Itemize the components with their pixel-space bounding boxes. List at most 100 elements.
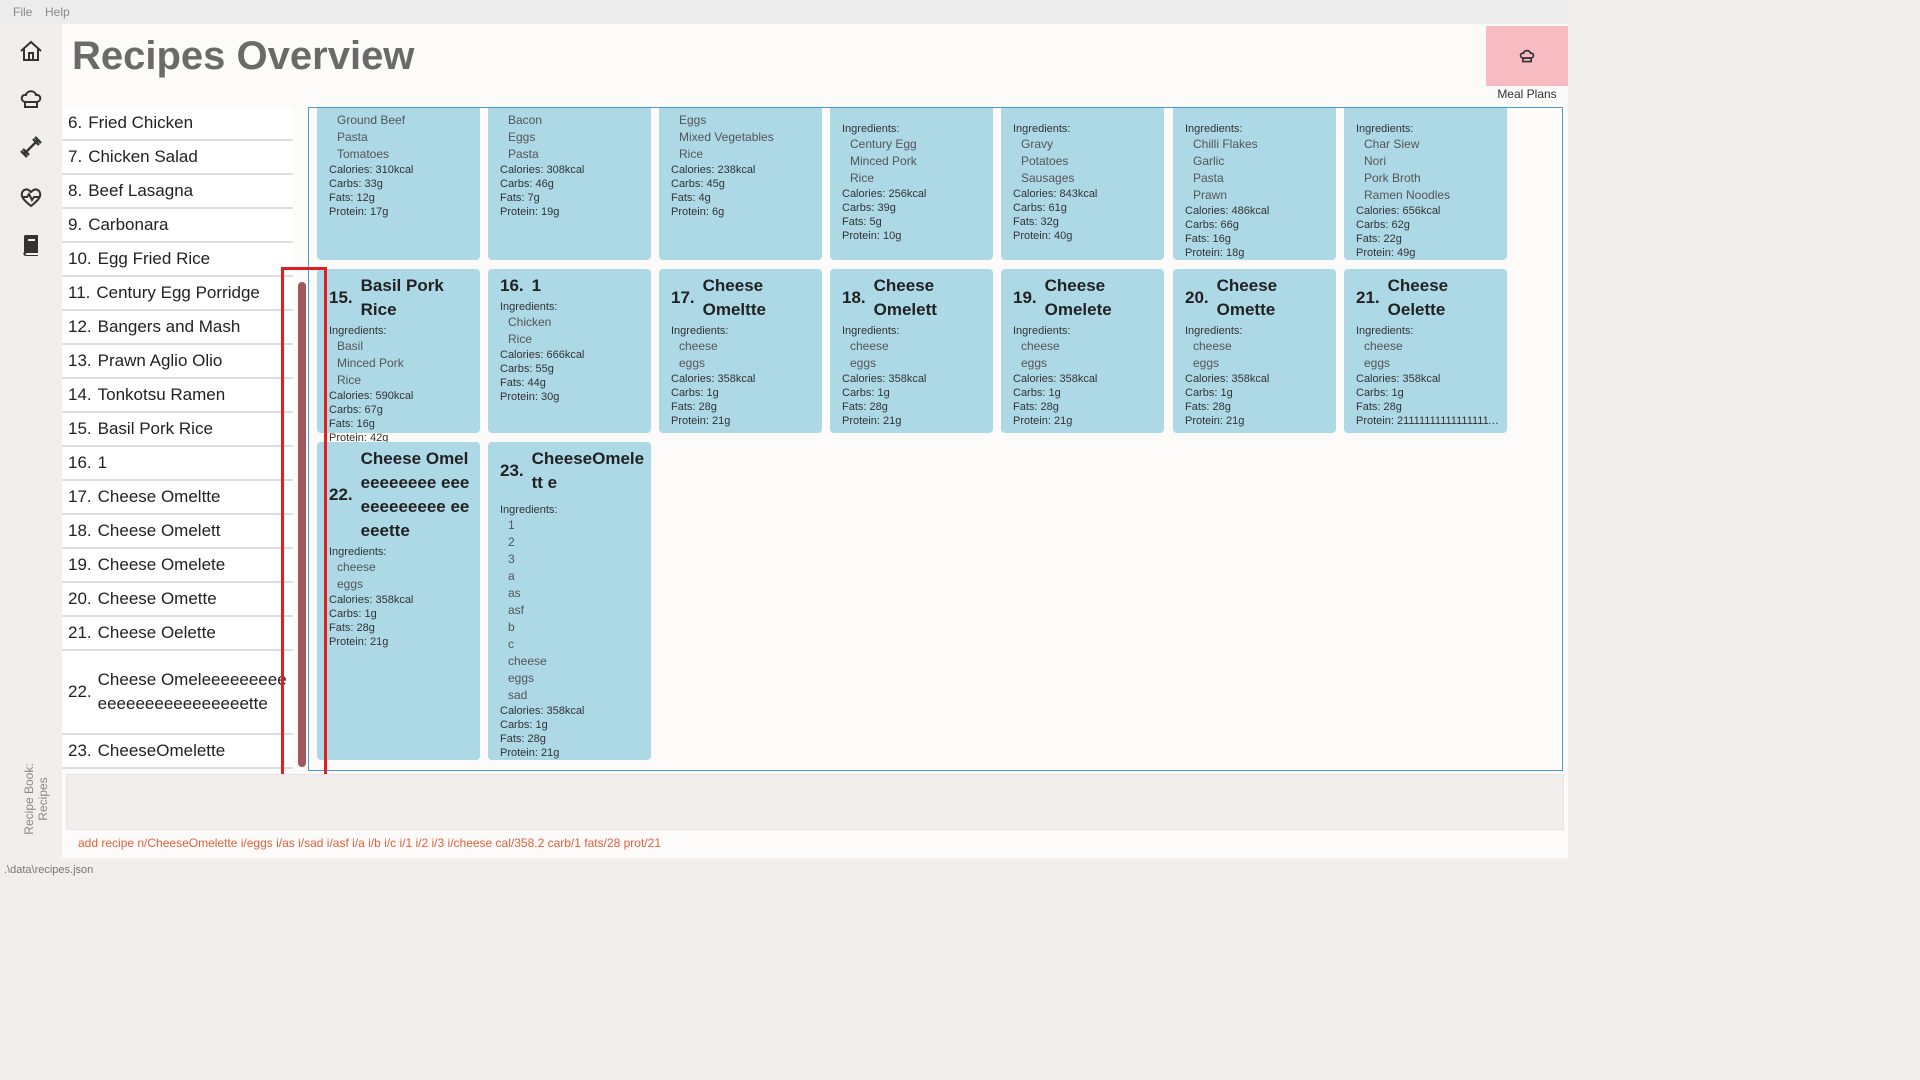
ingredient: Basil bbox=[337, 339, 364, 353]
list-item[interactable]: 18. Cheese Omelett bbox=[62, 515, 293, 549]
carbs: Carbs: 1g bbox=[842, 387, 890, 399]
recipe-card[interactable]: Ingredients: Chilli Flakes Garlic Pasta … bbox=[1173, 108, 1336, 260]
list-item[interactable]: 6. Fried Chicken bbox=[62, 107, 293, 141]
ingredient: asf bbox=[508, 603, 525, 617]
calories: Calories: 358kcal bbox=[329, 594, 414, 606]
recipe-card[interactable]: 16. 1 Ingredients: Chicken Rice Calories:… bbox=[488, 269, 651, 433]
list-item[interactable]: 17. Cheese Omeltte bbox=[62, 481, 293, 515]
recipe-card[interactable]: 18. Cheese Omelett Ingredients: cheese eg… bbox=[830, 269, 993, 433]
recipe-card[interactable]: 15. Basil Pork Rice Ingredients: Basil Mi… bbox=[317, 269, 480, 444]
list-item-name: Tonkotsu Ramen bbox=[97, 385, 226, 404]
card-title: CheeseOmelett e bbox=[531, 449, 645, 492]
ingredient: cheese bbox=[337, 560, 376, 574]
recipe-card[interactable]: 19. Cheese Omelete Ingredients: cheese eg… bbox=[1001, 269, 1164, 433]
list-item-name: Cheese Omeltte bbox=[97, 487, 221, 506]
list-item[interactable]: 19. Cheese Omelete bbox=[62, 549, 293, 583]
carbs: Carbs: 39g bbox=[842, 202, 896, 214]
home-icon[interactable] bbox=[18, 38, 44, 64]
list-item-name: Egg Fried Rice bbox=[97, 249, 211, 268]
list-item-name: Century Egg Porridge bbox=[96, 283, 260, 302]
card-title: Cheese Omette bbox=[1216, 276, 1278, 319]
ingredients-label: Ingredients: bbox=[1013, 123, 1071, 135]
menu-file[interactable]: File bbox=[13, 5, 32, 19]
recipe-card[interactable]: Ingredients: Char Siew Nori Pork Broth R… bbox=[1344, 108, 1507, 260]
card-number: 18. bbox=[842, 288, 866, 307]
card-number: 16. bbox=[500, 276, 524, 295]
list-item[interactable]: 22. Cheese Omeleeeeeeeeeeeeeeeeeeeeeeeeet… bbox=[62, 651, 293, 735]
ingredient: cheese bbox=[850, 339, 889, 353]
ingredient: eggs bbox=[850, 356, 877, 370]
ingredient: Ground Beef bbox=[337, 113, 406, 127]
ingredients-label: Ingredients: bbox=[500, 301, 558, 313]
book-icon[interactable] bbox=[18, 232, 44, 258]
ingredient: Eggs bbox=[679, 113, 707, 127]
ingredient: Chilli Flakes bbox=[1193, 137, 1258, 151]
recipe-card[interactable]: Ingredients: Gravy Potatoes Sausages Cal… bbox=[1001, 108, 1164, 260]
ingredient: eggs bbox=[1193, 356, 1220, 370]
list-item[interactable]: 14. Tonkotsu Ramen bbox=[62, 379, 293, 413]
list-item[interactable]: 15. Basil Pork Rice bbox=[62, 413, 293, 447]
recipe-card[interactable]: Ground Beef Pasta Tomatoes Calories: 310… bbox=[317, 108, 480, 260]
fats: Fats: 32g bbox=[1013, 216, 1059, 228]
heartbeat-icon[interactable] bbox=[18, 184, 44, 210]
card-title: 1 bbox=[531, 276, 542, 295]
ingredients-label: Ingredients: bbox=[671, 325, 729, 337]
chef-hat-icon[interactable] bbox=[18, 86, 44, 112]
recipe-card[interactable]: 20. Cheese Omette Ingredients: cheese egg… bbox=[1173, 269, 1336, 433]
carbs: Carbs: 55g bbox=[500, 363, 554, 375]
list-item[interactable]: 23. CheeseOmelette bbox=[62, 735, 293, 769]
list-item[interactable]: 13. Prawn Aglio Olio bbox=[62, 345, 293, 379]
list-item-number: 10. bbox=[68, 249, 92, 268]
dumbbell-icon[interactable] bbox=[18, 134, 44, 160]
recipe-card-grid[interactable]: Ground Beef Pasta Tomatoes Calories: 310… bbox=[308, 107, 1563, 771]
recipe-card[interactable]: 21. Cheese Oelette Ingredients: cheese eg… bbox=[1344, 269, 1507, 433]
calories: Calories: 358kcal bbox=[671, 373, 756, 385]
ingredient: cheese bbox=[1021, 339, 1060, 353]
list-item-name: Cheese Omeleeeeeeeeeeeeeeeeeeeeeeeeette bbox=[97, 670, 287, 713]
ingredient: Rice bbox=[508, 332, 533, 346]
list-item[interactable]: 16. 1 bbox=[62, 447, 293, 481]
fats: Fats: 12g bbox=[329, 192, 375, 204]
list-item[interactable]: 10. Egg Fried Rice bbox=[62, 243, 293, 277]
recipe-card[interactable]: Eggs Mixed Vegetables Rice Calories: 238… bbox=[659, 108, 822, 260]
carbs: Carbs: 33g bbox=[329, 178, 383, 190]
protein: Protein: 49g bbox=[1356, 247, 1416, 259]
list-item-name: Cheese Omelett bbox=[97, 521, 221, 540]
list-item[interactable]: 12. Bangers and Mash bbox=[62, 311, 293, 345]
list-item[interactable]: 8. Beef Lasagna bbox=[62, 175, 293, 209]
ingredient: 1 bbox=[508, 518, 515, 532]
recipe-card[interactable]: 22. Cheese Omeleeeeeeee eeeeeeeeeeee eeee… bbox=[317, 442, 480, 760]
list-item-name: Cheese Omette bbox=[97, 589, 217, 608]
ingredients-label: Ingredients: bbox=[329, 546, 387, 558]
ingredient: Garlic bbox=[1193, 154, 1225, 168]
recipe-card[interactable]: 17. Cheese Omeltte Ingredients: cheese eg… bbox=[659, 269, 822, 433]
protein: Protein: 30g bbox=[500, 391, 560, 403]
fats: Fats: 44g bbox=[500, 377, 546, 389]
recipe-card[interactable]: 23. CheeseOmelett e Ingredients: 1 2 3 a … bbox=[488, 442, 651, 760]
menu-help[interactable]: Help bbox=[45, 5, 70, 19]
meal-plans-button[interactable] bbox=[1486, 26, 1568, 86]
recipe-card[interactable]: Bacon Eggs Pasta Calories: 308kcal Carbs… bbox=[488, 108, 651, 260]
ingredients-label: Ingredients: bbox=[500, 504, 558, 516]
protein: Protein: 18g bbox=[1185, 247, 1245, 259]
recipe-card[interactable]: Ingredients: Century Egg Minced Pork Ric… bbox=[830, 108, 993, 260]
list-item[interactable]: 9. Carbonara bbox=[62, 209, 293, 243]
list-item[interactable]: 7. Chicken Salad bbox=[62, 141, 293, 175]
ingredient: cheese bbox=[1364, 339, 1403, 353]
list-item-number: 13. bbox=[68, 351, 92, 370]
list-item-number: 20. bbox=[68, 589, 92, 608]
ingredient: as bbox=[508, 586, 521, 600]
ingredient: Gravy bbox=[1021, 137, 1054, 151]
ingredient: b bbox=[508, 620, 515, 634]
command-input[interactable] bbox=[66, 774, 1564, 830]
recipe-list[interactable]: 6. Fried Chicken 7. Chicken Salad 8. Beef L… bbox=[62, 107, 295, 775]
list-item[interactable]: 11. Century Egg Porridge bbox=[62, 277, 293, 311]
list-item[interactable]: 21. Cheese Oelette bbox=[62, 617, 293, 651]
card-number: 21. bbox=[1356, 288, 1380, 307]
list-item[interactable]: 20. Cheese Omette bbox=[62, 583, 293, 617]
ingredients-label: Ingredients: bbox=[842, 325, 900, 337]
calories: Calories: 238kcal bbox=[671, 164, 756, 176]
fats: Fats: 28g bbox=[671, 401, 717, 413]
list-item-name: Bangers and Mash bbox=[97, 317, 241, 336]
ingredient: 3 bbox=[508, 552, 515, 566]
